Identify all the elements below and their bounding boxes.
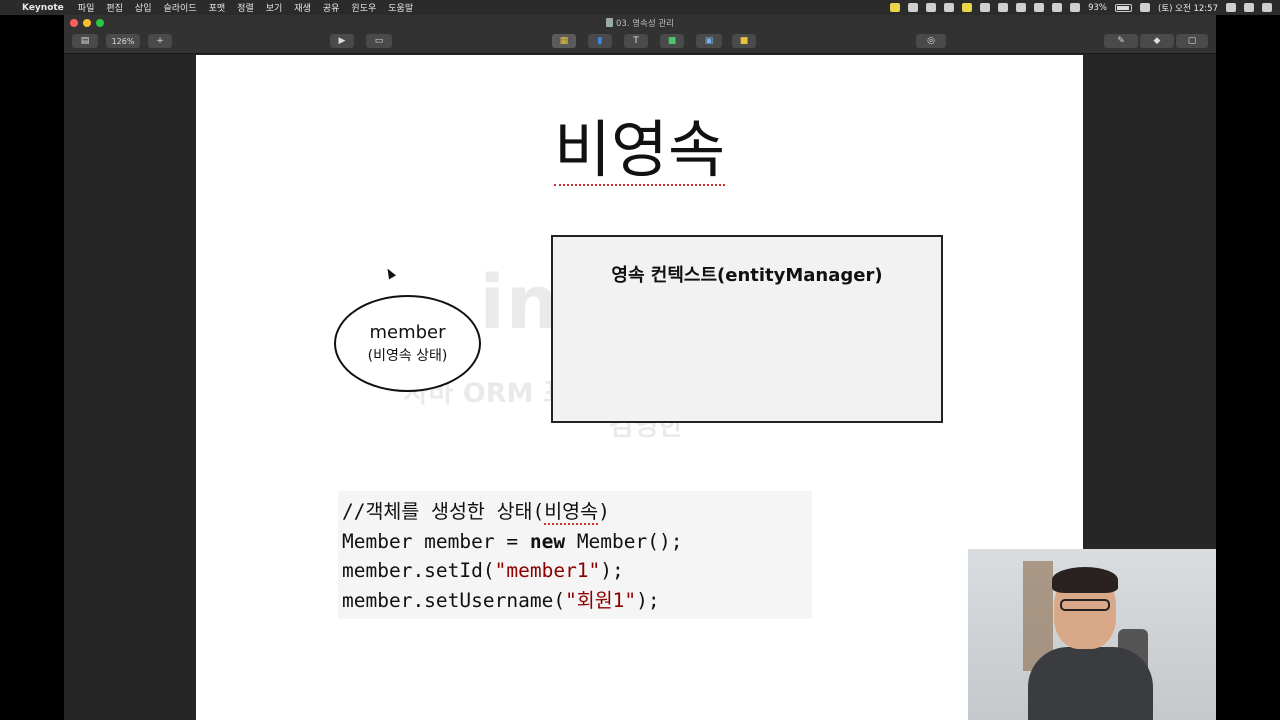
code-line3-a: member.setId( xyxy=(342,559,495,582)
collaborate-button[interactable]: ◎ xyxy=(916,34,946,48)
volume-icon[interactable] xyxy=(1070,3,1081,12)
slide-title[interactable]: 비영속 xyxy=(196,113,1083,187)
menu-bar: Keynote 파일 편집 삽입 슬라이드 포맷 정렬 보기 재생 공유 윈도우… xyxy=(0,0,1280,15)
shape-icon: ■ xyxy=(667,36,677,46)
status-area: 93% (토) 오전 12:57 xyxy=(890,0,1272,15)
menu-insert[interactable]: 삽입 xyxy=(135,1,152,14)
menu-format[interactable]: 포맷 xyxy=(209,1,226,14)
presenter-glasses xyxy=(1060,599,1110,611)
keynote-live-icon: ▭ xyxy=(374,36,384,46)
member-entity-ellipse[interactable]: member (비영속 상태) xyxy=(334,295,481,392)
title-bar: 03. 영속성 관리 ▤ 126% + ▶ ▭ ▦ ▮ T ■ ▣ ■ ◎ ✎ … xyxy=(64,15,1216,54)
code-line4-a: member.setUsername( xyxy=(342,588,566,612)
code-line3-string: "member1" xyxy=(494,559,601,582)
tool-status-icon[interactable] xyxy=(1016,3,1027,12)
entity-name: member xyxy=(369,322,446,343)
battery-icon[interactable] xyxy=(1115,3,1132,12)
code-new-keyword: new xyxy=(529,529,566,553)
table-icon: ▦ xyxy=(559,36,569,46)
menu-view[interactable]: 보기 xyxy=(266,1,283,14)
code-line2-b: Member(); xyxy=(565,529,683,553)
zoom-menu-button[interactable]: 126% xyxy=(106,34,140,48)
menu-arrange[interactable]: 정렬 xyxy=(237,1,254,14)
code-line2-a: Member member = xyxy=(342,529,530,553)
menu-app-name[interactable]: Keynote xyxy=(22,3,64,13)
menubar-clock[interactable]: (토) 오전 12:57 xyxy=(1158,2,1218,14)
webcam-overlay xyxy=(968,549,1216,720)
code-line4-b: ); xyxy=(636,588,660,612)
persistence-context-box[interactable]: 영속 컨텍스트(entityManager) xyxy=(551,235,943,423)
spotlight-search-icon[interactable] xyxy=(1226,3,1236,12)
chart-icon: ▮ xyxy=(597,36,603,46)
menu-play[interactable]: 재생 xyxy=(294,1,311,14)
cloud-status-icon[interactable] xyxy=(980,3,991,12)
document-icon xyxy=(605,18,613,27)
menu-share[interactable]: 공유 xyxy=(323,1,340,14)
google-status-icon[interactable] xyxy=(926,3,937,12)
menu-slide[interactable]: 슬라이드 xyxy=(163,1,196,14)
notification-center-icon[interactable] xyxy=(1262,3,1272,12)
document-title-area: 03. 영속성 관리 xyxy=(64,17,1216,29)
input-source-icon[interactable] xyxy=(1140,3,1150,12)
menu-edit[interactable]: 편집 xyxy=(106,1,123,14)
note-status-icon[interactable] xyxy=(890,3,901,12)
comment-button[interactable]: ■ xyxy=(732,34,756,48)
screen-record-status-icon[interactable] xyxy=(908,3,919,12)
code-comment-line: //객체를 생성한 상태(비영속) xyxy=(342,497,812,527)
table-button[interactable]: ▦ xyxy=(552,34,576,48)
format-button[interactable]: ✎ xyxy=(1104,34,1138,48)
sidebar-view-icon: ▤ xyxy=(80,36,90,46)
animate-diamond-icon: ◆ xyxy=(1153,36,1161,46)
info-status-icon[interactable] xyxy=(944,3,955,12)
battery-percent: 93% xyxy=(1088,2,1107,13)
animate-button[interactable]: ◆ xyxy=(1140,34,1174,48)
code-comment-suffix: ) xyxy=(598,500,610,523)
chart-button[interactable]: ▮ xyxy=(588,34,612,48)
entity-state: (비영속 상태) xyxy=(367,348,448,364)
menu-file[interactable]: 파일 xyxy=(78,1,95,14)
paintbrush-icon: ✎ xyxy=(1117,36,1125,46)
view-menu-button[interactable]: ▤ xyxy=(72,34,98,48)
text-button[interactable]: T xyxy=(624,34,648,48)
code-line3-b: ); xyxy=(600,559,624,582)
media-icon: ▣ xyxy=(704,36,714,46)
code-comment-underlined: 비영속 xyxy=(544,500,599,525)
shape-button[interactable]: ■ xyxy=(660,34,684,48)
text-icon: T xyxy=(633,36,639,46)
document-title: 03. 영속성 관리 xyxy=(615,19,675,29)
document-panel-icon: ▢ xyxy=(1187,36,1197,46)
code-block[interactable]: //객체를 생성한 상태(비영속) Member member = new Me… xyxy=(338,491,812,619)
code-line-set-id: member.setId("member1"); xyxy=(342,556,812,586)
play-icon: ▶ xyxy=(338,36,346,46)
pencil-status-icon[interactable] xyxy=(962,3,973,12)
menu-help[interactable]: 도움말 xyxy=(388,1,413,14)
slide-title-text: 비영속 xyxy=(553,113,726,187)
presenter-hair xyxy=(1052,567,1118,593)
play-button[interactable]: ▶ xyxy=(330,34,354,48)
zoom-level: 126% xyxy=(111,36,135,46)
bluetooth-icon[interactable] xyxy=(1034,3,1045,12)
slide-canvas[interactable]: 비영속 inflearn 1084018 자바 ORM 표준 JPA 프로그래밍… xyxy=(196,55,1083,720)
persistence-context-label: 영속 컨텍스트(entityManager) xyxy=(611,265,883,286)
keynote-live-button[interactable]: ▭ xyxy=(366,34,392,48)
code-comment-prefix: //객체를 생성한 상태( xyxy=(342,500,545,523)
media-button[interactable]: ▣ xyxy=(696,34,722,48)
siri-icon[interactable] xyxy=(1244,3,1254,12)
document-button[interactable]: ▢ xyxy=(1176,34,1208,48)
menu-window[interactable]: 윈도우 xyxy=(351,1,376,14)
code-line-set-username: member.setUsername("회원1"); xyxy=(342,586,812,616)
plus-icon: + xyxy=(156,36,164,46)
comment-icon: ■ xyxy=(739,36,749,46)
code-line4-string: "회원1" xyxy=(565,588,637,612)
code-line-new-member: Member member = new Member(); xyxy=(342,527,812,557)
grid-status-icon[interactable] xyxy=(998,3,1009,12)
add-slide-button[interactable]: + xyxy=(148,34,172,48)
wifi-icon[interactable] xyxy=(1052,3,1063,12)
collaborate-icon: ◎ xyxy=(927,36,935,46)
presenter-body xyxy=(1028,647,1153,720)
